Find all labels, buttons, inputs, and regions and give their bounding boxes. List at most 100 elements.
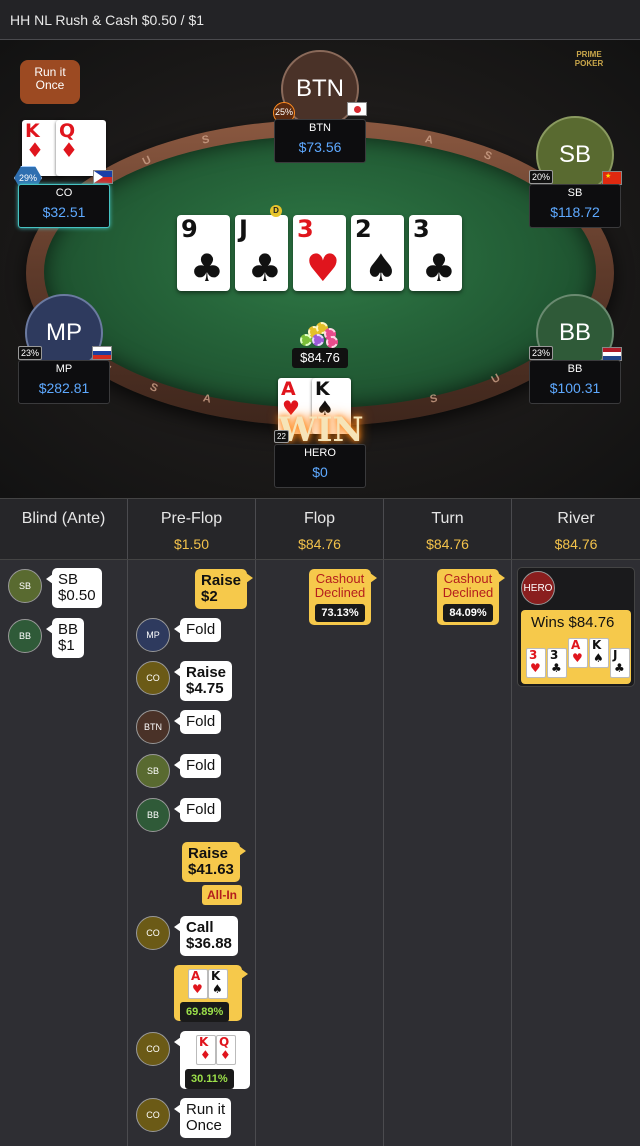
heart-icon: ♥ [192,982,203,996]
column-preflop: Pre-Flop $1.50 [128,499,256,559]
co-call-action: Call $36.88 [174,916,238,956]
club-icon: ♣ [247,246,282,290]
hero-allin-action: Raise $41.63 [182,842,246,882]
column-title: River [557,510,595,527]
blind-column-body: SB SB $0.50 BB BB $1 [0,560,128,1146]
sb-fold-action: Fold [173,754,222,778]
heart-icon: ♥ [305,246,340,290]
spade-icon: ♠ [212,982,223,996]
column-blind: Blind (Ante) [0,499,128,559]
action-text: Raise [201,572,242,589]
equity-percent: 69.89% [180,1002,230,1022]
action-amount: $36.88 [186,935,232,952]
player-stack: $118.72 [550,204,600,220]
btn-nameplate[interactable]: BTN $73.56 [274,119,366,163]
hero-raise-action: Raise $2 [195,569,254,609]
co-raise-action: Raise $4.75 [173,661,233,701]
flop-column-body: Cashout Declined 73.13% [256,560,384,1146]
player-stack: $32.51 [42,204,86,220]
btn-fold-action: Fold [173,710,222,734]
bb-pct-badge: 23% [529,346,554,360]
action-text: Raise [188,845,229,862]
diamond-icon: ♦ [60,138,78,162]
turn-cashout-declined: Cashout Declined 84.09% [437,569,505,625]
mini-card: A ♥ [568,638,588,668]
action-amount: $4.75 [186,680,224,697]
position-co-icon: CO [136,661,170,695]
poker-table: S U S A S U S A S U PRIME POKER 9♣ J♣ 3♥… [0,40,640,498]
card-rank: 3 [297,215,314,243]
hero-nameplate[interactable]: HERO $0 [274,444,366,488]
co-hole-card-2: Q ♦ [56,120,106,176]
heart-icon: ♥ [530,661,541,675]
diamond-icon: ♦ [26,138,44,162]
card-rank: 9 [181,215,198,243]
diamond-icon: ♦ [200,1048,211,1062]
netherlands-flag-icon [602,347,622,361]
player-name: CO [55,187,73,199]
mp-fold-action: Fold [173,618,222,642]
column-title: Turn [431,510,464,527]
player-name: MP [55,363,73,375]
russia-flag-icon [92,346,112,360]
board-card-2: J ♣ [235,215,288,291]
position-co-icon: CO [136,1032,170,1066]
spade-icon: ♠ [363,246,398,290]
mp-nameplate[interactable]: MP $282.81 [18,360,110,404]
mini-card: K ♦ [196,1035,216,1065]
column-pot: $84.76 [554,536,598,552]
action-amount: $41.63 [188,861,234,878]
turn-column-body: Cashout Declined 84.09% [384,560,512,1146]
position-btn-icon: BTN [136,710,170,744]
flop-cashout-declined: Cashout Declined 73.13% [309,569,377,625]
column-river: River $84.76 [512,499,640,559]
co-run-it-once-action: Run it Once [173,1098,232,1138]
cashout-equity: 84.09% [443,604,493,622]
bb-nameplate[interactable]: BB $100.31 [529,360,621,404]
chip-stack-icon [294,322,350,348]
action-text: Call [186,919,214,936]
column-title: Flop [303,510,336,527]
spade-icon: ♠ [593,651,604,665]
position-hero-icon: HERO [521,571,555,605]
blind-action-sb: SB $0.50 [46,568,102,608]
action-text-2: Once [186,1117,222,1134]
blind-action-bb: BB $1 [45,618,85,658]
cashout-label: Cashout [443,571,493,586]
action-text: Run it [186,1101,226,1118]
cashout-equity: 73.13% [315,604,365,622]
position-sb-icon: SB [8,569,42,603]
position-mp-icon: MP [136,618,170,652]
player-stack: $0 [312,464,328,480]
card-rank: 2 [355,215,372,243]
column-title: Blind (Ante) [21,510,106,527]
player-stack: $100.31 [549,380,601,396]
position-bb-icon: BB [136,798,170,832]
diamond-icon: ♦ [220,1048,231,1062]
column-pot: $84.76 [298,536,341,552]
action-amount: $0.50 [58,587,96,604]
sb-nameplate[interactable]: SB $118.72 [529,184,621,228]
run-it-once-bubble: Run it Once [20,60,80,104]
cashout-status: Declined [314,585,366,600]
sb-pct-badge: 20% [529,170,554,184]
action-text: SB [58,571,79,588]
card-rank: 3 [413,215,430,243]
card-rank: J [239,215,248,243]
mini-card: K ♠ [208,969,228,999]
board-card-5: 3 ♣ [409,215,462,291]
co-equity-box: K ♦ Q ♦ 30.11% [174,1031,250,1089]
board-card-3: 3 ♥ [293,215,346,291]
co-nameplate[interactable]: CO $32.51 [18,184,110,228]
logo-text: PRIME POKER [574,50,604,68]
player-name: HERO [304,447,336,459]
win-amount: Wins $84.76 [531,614,615,631]
philippines-flag-icon [93,170,113,184]
column-turn: Turn $84.76 [384,499,512,559]
column-title: Pre-Flop [160,510,223,527]
bb-fold-action: Fold [173,798,222,822]
hero-equity-box: A ♥ K ♠ 69.89% [174,965,248,1022]
player-stack: $73.56 [298,139,342,155]
dealer-button: D [270,205,282,217]
hero-pct-badge: 22 [274,430,289,443]
